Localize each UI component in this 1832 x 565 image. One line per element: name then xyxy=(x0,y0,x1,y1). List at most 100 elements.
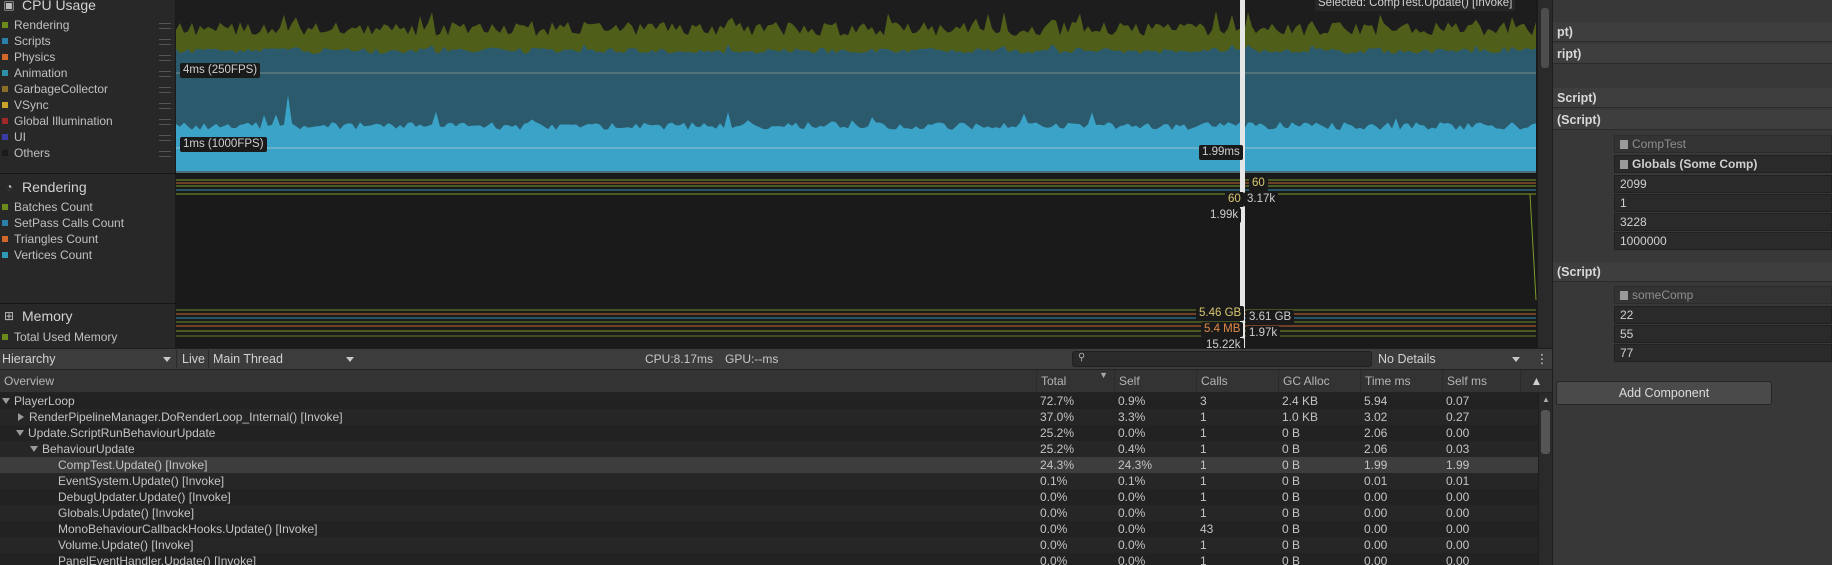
drag-handle-icon[interactable] xyxy=(159,87,171,93)
legend-item[interactable]: Triangles Count xyxy=(0,231,175,247)
more-options-button[interactable]: ⋮ xyxy=(1532,350,1550,368)
table-row[interactable]: Volume.Update() [Invoke] 0.0% 0.0% 1 0 B 0.00… xyxy=(0,537,1538,553)
column-overview[interactable]: Overview xyxy=(0,370,1036,392)
legend-item[interactable]: GarbageCollector xyxy=(0,81,175,97)
table-row[interactable]: MonoBehaviourCallbackHooks.Update() [Inv… xyxy=(0,521,1538,537)
gpu-time: GPU:--ms xyxy=(725,352,779,366)
warning-icon[interactable]: ▲ xyxy=(1520,370,1552,392)
drag-handle-icon[interactable] xyxy=(159,39,171,45)
row-name: RenderPipelineManager.DoRenderLoop_Inter… xyxy=(29,410,343,424)
table-row[interactable]: DebugUpdater.Update() [Invoke] 0.0% 0.0% 1 0… xyxy=(0,489,1538,505)
drag-handle-icon[interactable] xyxy=(159,135,171,141)
legend-label: Global Illumination xyxy=(14,114,113,128)
charts-svg[interactable] xyxy=(176,0,1552,348)
cell-total: 25.2% xyxy=(1040,426,1075,440)
row-name-cell: PlayerLoop xyxy=(2,393,75,409)
legend-item[interactable]: SetPass Calls Count xyxy=(0,215,175,231)
table-row[interactable]: PlayerLoop 72.7% 0.9% 3 2.4 KB 5.94 0.07 xyxy=(0,393,1538,409)
search-icon: ⚲ xyxy=(1078,352,1086,363)
int-field[interactable]: 22 xyxy=(1614,306,1832,324)
hierarchy-table[interactable]: PlayerLoop 72.7% 0.9% 3 2.4 KB 5.94 0.07 Render… xyxy=(0,393,1538,565)
legend-item[interactable]: Scripts xyxy=(0,33,175,49)
collapsed-arrow-icon[interactable] xyxy=(18,413,24,421)
row-name: EventSystem.Update() [Invoke] xyxy=(58,474,225,488)
details-dropdown[interactable]: No Details xyxy=(1374,350,1524,368)
legend-item[interactable]: Vertices Count xyxy=(0,247,175,263)
table-row[interactable]: RenderPipelineManager.DoRenderLoop_Inter… xyxy=(0,409,1538,425)
legend-item[interactable]: VSync xyxy=(0,97,175,113)
column-time-ms[interactable]: Time ms xyxy=(1360,370,1442,392)
column-calls[interactable]: Calls xyxy=(1196,370,1278,392)
column-self-ms[interactable]: Self ms xyxy=(1442,370,1520,392)
module-rendering[interactable]: ◔ Rendering xyxy=(0,178,87,196)
cell-time: 2.06 xyxy=(1364,426,1388,440)
table-scrollbar-thumb[interactable] xyxy=(1541,410,1550,454)
cell-gc: 1.0 KB xyxy=(1282,410,1319,424)
table-row[interactable]: BehaviourUpdate 25.2% 0.4% 1 0 B 2.06 0.03 xyxy=(0,441,1538,457)
drag-handle-icon[interactable] xyxy=(159,151,171,157)
expanded-arrow-icon[interactable] xyxy=(2,398,10,404)
legend-item[interactable]: Others xyxy=(0,145,175,161)
module-memory[interactable]: ⊞ Memory xyxy=(0,307,73,325)
view-dropdown[interactable]: Hierarchy xyxy=(0,350,175,368)
component-header[interactable]: (Script) xyxy=(1553,262,1832,282)
int-field[interactable]: 77 xyxy=(1614,344,1832,362)
row-name: MonoBehaviourCallbackHooks.Update() [Inv… xyxy=(58,522,318,536)
expanded-arrow-icon[interactable] xyxy=(16,430,24,436)
chevron-down-icon xyxy=(163,357,171,362)
int-field[interactable]: 3228 xyxy=(1614,213,1832,231)
script-icon xyxy=(1620,291,1628,300)
table-row[interactable]: EventSystem.Update() [Invoke] 0.1% 0.1% 1 0 … xyxy=(0,473,1538,489)
profiler-charts[interactable]: 4ms (250FPS) 1ms (1000FPS) 1.99ms Select… xyxy=(176,0,1552,353)
legend-item[interactable]: Global Illumination xyxy=(0,113,175,129)
component-header[interactable]: pt) xyxy=(1553,22,1832,42)
legend-label: SetPass Calls Count xyxy=(14,216,125,230)
legend-item[interactable]: Animation xyxy=(0,65,175,81)
int-field[interactable]: 55 xyxy=(1614,325,1832,343)
globals-ref-field[interactable]: Globals (Some Comp) xyxy=(1614,155,1832,173)
column-gc-alloc[interactable]: GC Alloc xyxy=(1278,370,1360,392)
legend-item[interactable]: Physics xyxy=(0,49,175,65)
add-component-button[interactable]: Add Component xyxy=(1556,381,1772,405)
legend-item[interactable]: Batches Count xyxy=(0,199,175,215)
cpu-icon: ▣ xyxy=(3,0,15,12)
drag-handle-icon[interactable] xyxy=(159,119,171,125)
drag-handle-icon[interactable] xyxy=(159,71,171,77)
script-field: CompTest xyxy=(1614,135,1832,153)
component-header[interactable]: ript) xyxy=(1553,44,1832,64)
legend-item[interactable]: Rendering xyxy=(0,17,175,33)
cell-calls: 1 xyxy=(1200,442,1207,456)
expanded-arrow-icon[interactable] xyxy=(30,446,38,452)
cell-calls: 1 xyxy=(1200,506,1207,520)
live-toggle[interactable]: Live xyxy=(176,350,206,368)
cell-time: 0.00 xyxy=(1364,490,1388,504)
table-row[interactable]: PanelEventHandler.Update() [Invoke] 0.0% 0… xyxy=(0,553,1538,565)
component-header[interactable]: Script) xyxy=(1553,88,1832,108)
search-input[interactable]: ⚲ xyxy=(1072,351,1372,367)
module-title: Rendering xyxy=(22,179,87,195)
rendering-icon: ◔ xyxy=(5,180,13,194)
column-total[interactable]: Total ▼ xyxy=(1036,370,1114,392)
drag-handle-icon[interactable] xyxy=(159,55,171,61)
component-header[interactable]: (Script) xyxy=(1553,110,1832,130)
int-field[interactable]: 2099 xyxy=(1614,175,1832,193)
thread-dropdown[interactable]: Main Thread xyxy=(208,350,358,368)
drag-handle-icon[interactable] xyxy=(159,103,171,109)
script-name: someComp xyxy=(1632,288,1694,302)
table-row[interactable]: CompTest.Update() [Invoke] 24.3% 24.3% 1 0 B… xyxy=(0,457,1538,473)
table-row[interactable]: Globals.Update() [Invoke] 0.0% 0.0% 1 0 B 0.0… xyxy=(0,505,1538,521)
scroll-up-icon[interactable]: ▲ xyxy=(1542,395,1550,404)
legend-item[interactable]: Total Used Memory xyxy=(0,329,175,345)
table-row[interactable]: Update.ScriptRunBehaviourUpdate 25.2% 0.0%… xyxy=(0,425,1538,441)
drag-handle-icon[interactable] xyxy=(159,23,171,29)
cell-self: 24.3% xyxy=(1118,458,1153,472)
table-scrollbar[interactable]: ▲ xyxy=(1539,393,1552,565)
column-self[interactable]: Self xyxy=(1114,370,1196,392)
module-cpu-usage[interactable]: ▣ CPU Usage xyxy=(0,0,96,14)
legend-item[interactable]: UI xyxy=(0,129,175,145)
column-total-label: Total xyxy=(1041,374,1067,388)
int-field[interactable]: 1 xyxy=(1614,194,1832,212)
int-field[interactable]: 1000000 xyxy=(1614,232,1832,250)
cell-gc: 0 B xyxy=(1282,522,1301,536)
cell-selfms: 1.99 xyxy=(1446,458,1470,472)
